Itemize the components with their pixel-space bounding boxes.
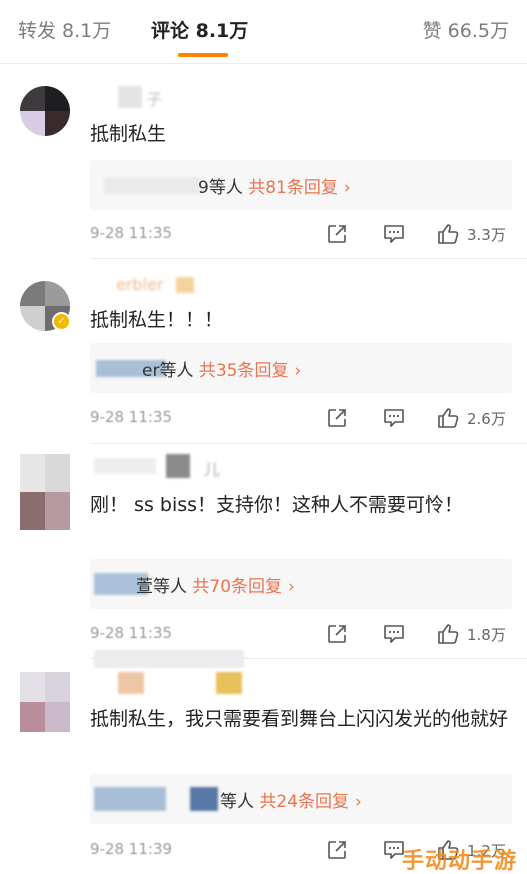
reply-summary[interactable]: 9等人 共81条回复 › xyxy=(90,160,512,210)
comment-text: 抵制私生 xyxy=(90,123,167,145)
share-button[interactable] xyxy=(326,406,348,430)
thumbs-up-icon xyxy=(438,408,459,428)
timestamp: 9-28 11:35 xyxy=(90,408,173,426)
like-button[interactable]: 1.8万 xyxy=(437,622,506,646)
thumbs-up-icon xyxy=(438,624,459,644)
share-icon xyxy=(328,841,346,859)
divider xyxy=(90,443,527,444)
reply-count-link[interactable]: 共70条回复 xyxy=(192,577,282,597)
username[interactable]: 儿 xyxy=(90,454,230,479)
comment-button[interactable] xyxy=(382,406,406,430)
comment-item: 儿 刚！ ss biss！支持你！这种人不需要可怜！ 萱等人 共70条回复 › 9… xyxy=(0,446,527,660)
timestamp: 9-28 11:35 xyxy=(90,624,173,642)
comment-icon xyxy=(384,225,404,243)
tab-repost[interactable]: 转发 8.1万 xyxy=(18,16,111,43)
reply-count-link[interactable]: 共35条回复 xyxy=(199,361,289,381)
reply-count-link[interactable]: 共24条回复 xyxy=(259,792,349,812)
share-icon xyxy=(328,625,346,643)
comment-item: 子 抵制私生 9等人 共81条回复 › 9-28 11:35 3.3万 xyxy=(0,64,527,259)
active-tab-indicator xyxy=(178,53,228,57)
reply-summary[interactable]: er等人 共35条回复 › xyxy=(90,343,512,393)
comment-button[interactable] xyxy=(382,222,406,246)
share-icon xyxy=(328,409,346,427)
username[interactable]: 子 xyxy=(90,86,180,109)
reply-prefix: 萱等人 xyxy=(136,577,187,597)
verified-badge-icon: ✓ xyxy=(52,312,71,331)
comment-actions: 9-28 11:35 3.3万 xyxy=(0,222,527,246)
comment-actions: 9-28 11:35 2.6万 xyxy=(0,406,527,430)
reply-summary[interactable]: 萱等人 共70条回复 › xyxy=(90,559,512,609)
comment-tab-bar: 转发 8.1万 评论 8.1万 赞 66.5万 xyxy=(0,0,527,64)
comment-icon xyxy=(384,625,404,643)
tab-comments[interactable]: 评论 8.1万 xyxy=(151,16,248,43)
comment-item: 抵制私生，我只需要看到舞台上闪闪发光的他就好 等人 共24条回复 › 9-28 1… xyxy=(0,650,527,874)
chevron-right-icon: › xyxy=(355,792,362,812)
chevron-right-icon: › xyxy=(294,361,302,381)
comment-text: 刚！ ss biss！支持你！这种人不需要可怜！ xyxy=(90,494,464,516)
username[interactable] xyxy=(90,650,250,696)
chevron-right-icon: › xyxy=(288,577,295,597)
avatar[interactable] xyxy=(20,86,70,136)
site-watermark: 手动动手游 xyxy=(401,849,517,874)
share-button[interactable] xyxy=(326,222,348,246)
like-button[interactable]: 3.3万 xyxy=(437,222,506,246)
reply-prefix: er等人 xyxy=(142,361,194,381)
share-button[interactable] xyxy=(326,622,348,646)
reply-prefix: 9等人 xyxy=(198,178,243,198)
comment-text: 抵制私生，我只需要看到舞台上闪闪发光的他就好 xyxy=(90,708,509,730)
like-count: 2.6万 xyxy=(467,409,506,428)
comment-text: 抵制私生！！！ xyxy=(90,309,224,331)
username[interactable]: erbler xyxy=(90,275,210,297)
thumbs-up-icon xyxy=(438,224,459,244)
chevron-right-icon: › xyxy=(343,178,351,198)
avatar[interactable] xyxy=(20,672,70,732)
comment-button[interactable] xyxy=(382,622,406,646)
reply-count-link[interactable]: 共81条回复 xyxy=(248,178,338,198)
share-button[interactable] xyxy=(326,838,348,862)
reply-prefix: 等人 xyxy=(220,792,254,812)
timestamp: 9-28 11:35 xyxy=(90,224,173,242)
comment-icon xyxy=(384,409,404,427)
share-icon xyxy=(328,225,346,243)
timestamp: 9-28 11:39 xyxy=(90,840,173,858)
like-count: 3.3万 xyxy=(467,225,506,244)
like-count: 1.8万 xyxy=(467,625,506,644)
avatar[interactable] xyxy=(20,454,70,530)
comment-item: ✓ erbler 抵制私生！！！ er等人 共35条回复 › 9-28 11:35… xyxy=(0,259,527,446)
reply-summary[interactable]: 等人 共24条回复 › xyxy=(90,774,512,824)
like-button[interactable]: 2.6万 xyxy=(437,406,506,430)
tab-likes[interactable]: 赞 66.5万 xyxy=(423,16,509,43)
comment-actions: 9-28 11:35 1.8万 xyxy=(0,622,527,646)
